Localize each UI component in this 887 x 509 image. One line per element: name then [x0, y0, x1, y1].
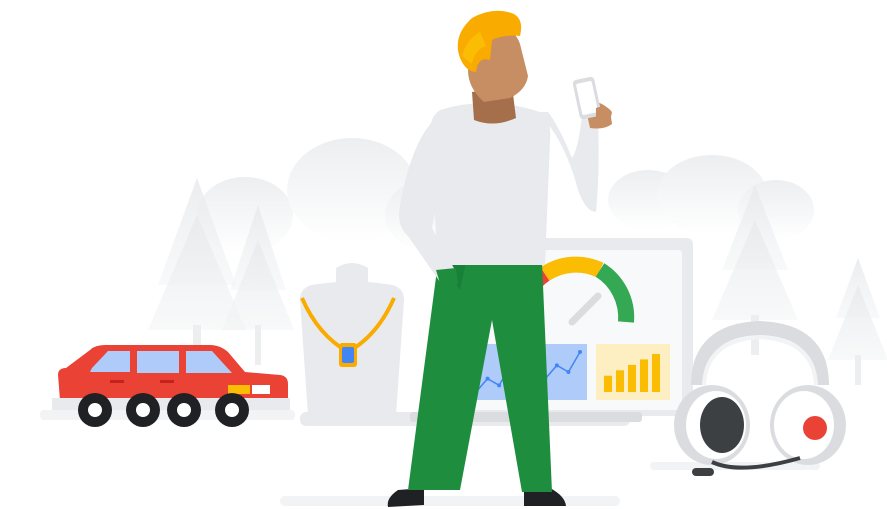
- shirt: [429, 102, 551, 265]
- headphones: [674, 320, 846, 476]
- pine-tree-icon: [828, 258, 887, 385]
- illustration-canvas: [40, 10, 887, 507]
- wheel-icon: [126, 393, 160, 427]
- illustration-scene: [0, 0, 887, 509]
- bar-chart-bar: [604, 375, 612, 392]
- bar-chart-bar: [616, 370, 624, 392]
- bar-chart-bar: [640, 359, 648, 392]
- line-chart-point: [566, 370, 571, 374]
- wheel-icon: [167, 393, 201, 427]
- line-chart-point: [497, 383, 502, 388]
- headphone-right-cup: [770, 385, 846, 465]
- pants: [408, 262, 552, 492]
- bar-chart-panel: [596, 344, 670, 400]
- wheel-icon: [215, 393, 249, 427]
- necklace-bust: [300, 263, 404, 415]
- shoe-left: [387, 488, 424, 507]
- line-chart-point: [578, 350, 582, 354]
- line-chart-point: [485, 376, 490, 381]
- wheel-icon: [78, 393, 112, 427]
- line-chart-point: [554, 363, 559, 368]
- bar-chart-bar: [628, 364, 636, 392]
- bar-chart-bar: [652, 354, 660, 392]
- headphone-left-cup: [674, 385, 750, 465]
